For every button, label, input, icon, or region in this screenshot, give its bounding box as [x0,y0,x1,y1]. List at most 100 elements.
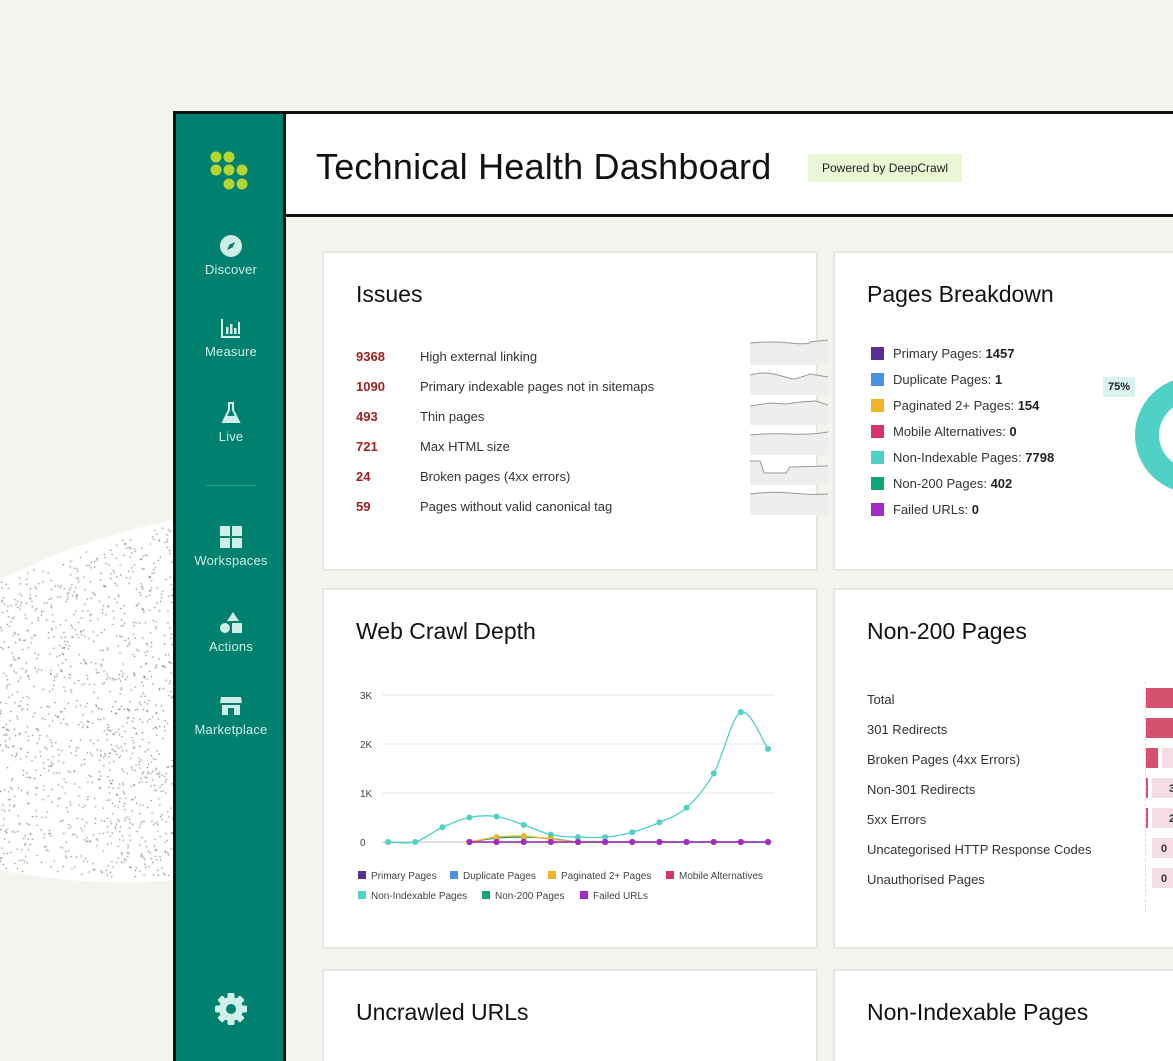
sparkline [750,372,828,395]
non200-row-label: Uncategorised HTTP Response Codes [867,842,1092,857]
breakdown-label: Duplicate Pages: [893,372,992,387]
breakdown-value: 402 [990,476,1013,491]
non200-bar-non301[interactable] [1146,778,1148,798]
card-title: Non-Indexable Pages [867,999,1089,1025]
issue-count: 1090 [356,379,385,394]
issue-label: Broken pages (4xx errors) [420,469,571,484]
crawl-depth-line-chart: 0 1K 2K 3K Primary Pages Duplicate Pages Pagin… [358,691,774,902]
data-point [493,839,500,845]
data-point [765,745,771,752]
data-point [737,709,744,716]
non200-value: 2 [1169,813,1173,825]
card-title: Pages Breakdown [867,281,1054,307]
data-point [520,839,527,845]
app-window: Discover Measure Live Workspaces Actions… [173,111,1173,1061]
pages-breakdown-card: Pages Breakdown Primary Pages: 1457 Dupl… [833,251,1173,571]
non200-row-label: 5xx Errors [867,812,927,827]
sidebar-item-label: Measure [205,344,257,359]
issue-row[interactable]: 721 Max HTML size [356,431,828,457]
sidebar: Discover Measure Live Workspaces Actions… [176,114,286,1061]
non200-bar-5xx[interactable] [1146,808,1148,828]
data-point [520,821,527,828]
issue-label: Max HTML size [420,439,510,454]
sidebar-item-marketplace[interactable]: Marketplace [176,694,286,737]
legend-label: Paginated 2+ Pages [561,871,651,882]
legend-swatch [871,503,884,516]
store-icon [220,697,242,715]
issue-label: Primary indexable pages not in sitemaps [420,379,655,394]
powered-by-badge: Powered by DeepCrawl [808,154,963,182]
breakdown-label: Paginated 2+ Pages: [893,398,1015,413]
breakdown-label: Non-200 Pages: [893,476,987,491]
non200-bar-total[interactable] [1146,688,1173,708]
donut-chart [1135,380,1173,490]
legend-label: Duplicate Pages [463,871,536,882]
data-point [439,824,446,831]
sidebar-item-live[interactable]: Live [176,401,286,444]
gear-icon[interactable] [214,992,248,1026]
legend-swatch [358,871,366,879]
sparkline [750,460,828,485]
issue-row[interactable]: 24 Broken pages (4xx errors) [356,460,828,487]
y-tick-label: 2K [360,740,373,751]
non200-bar-301[interactable] [1146,718,1173,738]
data-point [575,839,581,845]
breakdown-label: Failed URLs: [893,502,969,517]
data-point [520,833,527,840]
page-header: Technical Health Dashboard Powered by De… [286,114,1173,217]
y-tick-label: 1K [360,789,373,800]
non200-row-label: 301 Redirects [867,722,948,737]
sidebar-item-measure[interactable]: Measure [176,316,286,359]
non200-value: 3 [1169,783,1173,795]
compass-icon [220,235,242,257]
flask-icon [221,402,241,423]
data-point [629,839,636,845]
non200-row-label: Unauthorised Pages [867,872,985,887]
legend-label: Primary Pages [371,871,437,882]
breakdown-label: Mobile Alternatives: [893,424,1006,439]
non-indexable-pages-card: Non-Indexable Pages [833,969,1173,1061]
data-point [602,839,609,845]
decorative-noise-background [0,520,175,890]
sidebar-item-actions[interactable]: Actions [176,611,286,654]
issue-row[interactable]: 59 Pages without valid canonical tag [356,491,828,517]
breakdown-label: Primary Pages: [893,346,982,361]
legend-swatch [548,871,556,879]
issue-row[interactable]: 1090 Primary indexable pages not in site… [356,372,828,397]
data-point [547,839,554,845]
bar-chart-icon [221,319,240,338]
data-point [629,829,636,836]
sidebar-item-discover[interactable]: Discover [176,234,286,277]
legend-label: Failed URLs [593,891,648,902]
web-crawl-depth-card: Web Crawl Depth 0 1K 2K 3K Primary Pages Dupl… [322,588,818,949]
non200-bar-4xx-remainder [1162,748,1173,768]
breakdown-value: 1 [994,372,1003,387]
data-point [683,804,690,811]
breakdown-value: 7798 [1025,450,1055,465]
issue-row[interactable]: 9368 High external linking [356,339,828,367]
data-point [683,839,690,845]
legend-swatch [871,347,884,360]
sidebar-item-label: Discover [204,262,258,277]
data-point [656,819,663,826]
issues-card: Issues 9368 High external linking 1090 P… [322,251,828,571]
breakdown-label: Non-Indexable Pages: [893,450,1022,465]
issue-count: 24 [356,469,371,484]
issue-count: 721 [356,439,378,454]
legend-swatch [580,891,588,899]
sidebar-item-workspaces[interactable]: Workspaces [176,525,286,568]
legend-swatch [871,399,884,412]
legend-label: Non-Indexable Pages [371,891,467,902]
non200-value: 0 [1161,873,1168,885]
sidebar-item-label: Actions [208,639,254,654]
non200-bar-4xx[interactable] [1146,748,1158,768]
sparkline [750,491,828,515]
card-title: Issues [356,281,423,307]
issue-row[interactable]: 493 Thin pages [356,400,828,427]
data-point [385,839,391,845]
breakdown-value: 0 [971,502,979,517]
data-point [466,839,473,845]
legend-swatch [666,871,674,879]
sidebar-item-label: Live [218,429,244,444]
data-point [710,770,717,777]
